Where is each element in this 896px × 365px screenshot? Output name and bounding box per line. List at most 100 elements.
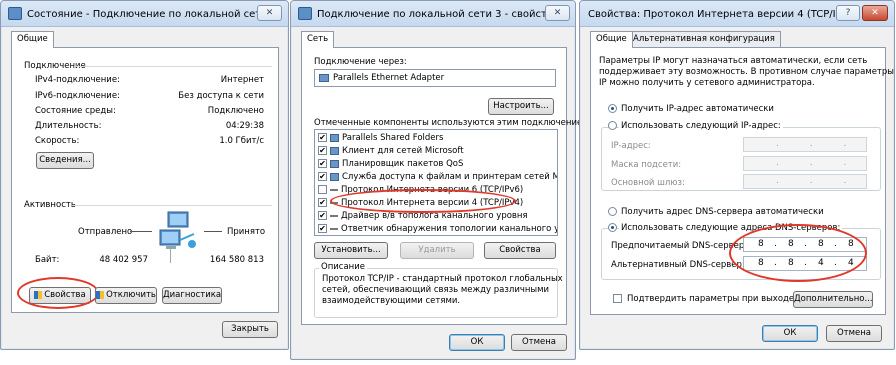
checkbox[interactable]: ✔ bbox=[318, 198, 327, 207]
network-icon bbox=[298, 7, 312, 20]
ip-address-field[interactable]: . . . bbox=[743, 137, 867, 152]
adapter-icon bbox=[319, 74, 329, 82]
ip-auto-radio[interactable] bbox=[608, 104, 617, 113]
connect-via-label: Подключение через: bbox=[314, 57, 407, 67]
shield-icon bbox=[96, 290, 105, 299]
component-label: Ответчик обнаружения топологии канальног… bbox=[341, 224, 557, 234]
gateway-field[interactable]: . . . bbox=[743, 174, 867, 189]
dns-auto-label[interactable]: Получить адрес DNS-сервера автоматически bbox=[621, 207, 824, 217]
diagnose-button[interactable]: Диагностика bbox=[162, 287, 222, 304]
cancel-button[interactable]: Отмена bbox=[826, 325, 882, 342]
list-item[interactable]: ✔ Служба доступа к файлам и принтерам сет… bbox=[318, 172, 557, 183]
title-bar[interactable]: Состояние - Подключение по локальной сет… bbox=[1, 1, 288, 27]
configure-button[interactable]: Настроить... bbox=[488, 98, 554, 115]
window-title: Состояние - Подключение по локальной сет… bbox=[27, 9, 278, 20]
list-item[interactable]: ✔ Parallels Shared Folders bbox=[318, 133, 443, 144]
dns-manual-radio[interactable] bbox=[608, 223, 617, 232]
ok-button[interactable]: ОК bbox=[449, 334, 505, 351]
speed-label: Скорость: bbox=[35, 136, 80, 146]
close-button[interactable]: Закрыть bbox=[222, 321, 278, 338]
ipv6-label: IPv6-подключение: bbox=[35, 91, 120, 101]
general-panel: Параметры IP могут назначаться автоматич… bbox=[590, 47, 894, 315]
preferred-dns-label: Предпочитаемый DNS-сервер: bbox=[611, 241, 748, 251]
disable-button[interactable]: Отключить bbox=[95, 287, 157, 304]
help-icon[interactable]: ? bbox=[836, 5, 860, 21]
duration-label: Длительность: bbox=[35, 121, 102, 131]
subnet-label: Маска подсети: bbox=[611, 160, 682, 170]
ip-auto-label[interactable]: Получить IP-адрес автоматически bbox=[621, 104, 774, 114]
advanced-button[interactable]: Дополнительно... bbox=[793, 291, 873, 308]
ip-label: IP-адрес: bbox=[611, 141, 651, 151]
highlight-circle bbox=[729, 224, 867, 282]
list-item[interactable]: ✔ Клиент для сетей Microsoft bbox=[318, 146, 464, 157]
component-icon bbox=[330, 146, 339, 155]
checkbox[interactable]: ✔ bbox=[318, 172, 327, 181]
component-label: Планировщик пакетов QoS bbox=[342, 159, 464, 169]
checkbox[interactable]: ✔ bbox=[318, 133, 327, 142]
adapter-box: Parallels Ethernet Adapter bbox=[314, 69, 556, 87]
component-icon bbox=[330, 214, 338, 217]
cancel-button[interactable]: Отмена bbox=[511, 334, 567, 351]
checkbox[interactable]: ✔ bbox=[318, 159, 327, 168]
component-label: Parallels Shared Folders bbox=[342, 133, 444, 143]
dns-auto-radio[interactable] bbox=[608, 207, 617, 216]
media-value: Подключено bbox=[207, 106, 264, 116]
remove-button[interactable]: Удалить bbox=[400, 242, 474, 259]
properties-button[interactable]: Свойства bbox=[484, 242, 556, 259]
ipv4-properties-window: Свойства: Протокол Интернета версии 4 (T… bbox=[579, 0, 895, 350]
title-bar[interactable]: Свойства: Протокол Интернета версии 4 (T… bbox=[580, 1, 894, 27]
adapter-properties-window: Подключение по локальной сети 3 - свойст… bbox=[290, 0, 592, 360]
disable-label: Отключить bbox=[106, 290, 156, 300]
details-button[interactable]: Сведения... bbox=[36, 152, 94, 169]
tab-general[interactable]: Общие bbox=[590, 31, 633, 48]
checkbox[interactable]: ✔ bbox=[318, 211, 327, 220]
highlight-circle bbox=[17, 277, 99, 309]
subnet-field[interactable]: . . . bbox=[743, 156, 867, 171]
checkbox[interactable]: ✔ bbox=[318, 146, 327, 155]
install-button[interactable]: Установить... bbox=[314, 242, 388, 259]
close-icon[interactable]: ✕ bbox=[257, 5, 282, 21]
ipv4-value: Интернет bbox=[220, 75, 264, 85]
intro-line-2: поддерживает эту возможность. В противно… bbox=[599, 67, 894, 77]
network-panel: Подключение через: Parallels Ethernet Ad… bbox=[301, 47, 592, 325]
validate-label[interactable]: Подтвердить параметры при выходе bbox=[627, 294, 794, 304]
validate-checkbox[interactable] bbox=[613, 294, 622, 303]
components-list[interactable]: ✔ Parallels Shared Folders ✔ Клиент для се… bbox=[314, 129, 558, 236]
description-line-3: взаимодействующими сетями. bbox=[322, 296, 461, 306]
bytes-sent: 48 402 957 bbox=[99, 255, 148, 265]
ok-button[interactable]: ОК bbox=[762, 325, 818, 342]
tab-alternate-config[interactable]: Альтернативная конфигурация bbox=[627, 31, 781, 47]
highlight-circle bbox=[330, 189, 516, 213]
intro-line-3: IP можно получить у сетевого администрат… bbox=[599, 78, 815, 88]
close-icon[interactable]: ✕ bbox=[862, 5, 888, 21]
gateway-label: Основной шлюз: bbox=[611, 178, 685, 188]
window-title: Свойства: Протокол Интернета версии 4 (T… bbox=[588, 9, 858, 20]
description-header: Описание bbox=[319, 262, 367, 272]
checkbox[interactable] bbox=[318, 185, 327, 194]
network-computers-icon bbox=[159, 211, 196, 249]
tab-general[interactable]: Общие bbox=[11, 31, 54, 48]
ipv4-label: IPv4-подключение: bbox=[35, 75, 120, 85]
title-bar[interactable]: Подключение по локальной сети 3 - свойст… bbox=[291, 1, 575, 27]
checkbox[interactable]: ✔ bbox=[318, 224, 327, 233]
alternate-dns-label: Альтернативный DNS-сервер: bbox=[611, 260, 745, 270]
tab-network[interactable]: Сеть bbox=[301, 31, 335, 48]
received-label: Принято bbox=[227, 227, 266, 237]
intro-line-1: Параметры IP могут назначаться автоматич… bbox=[599, 56, 868, 66]
close-icon[interactable]: ✕ bbox=[545, 5, 570, 21]
list-item[interactable]: ✔ Ответчик обнаружения топологии канально… bbox=[318, 224, 557, 235]
duration-value: 04:29:38 bbox=[225, 121, 264, 131]
activity-header: Активность bbox=[24, 200, 76, 210]
ipv6-value: Без доступа к сети bbox=[178, 91, 264, 101]
ip-manual-label[interactable]: Использовать следующий IP-адрес: bbox=[619, 121, 783, 131]
media-label: Состояние среды: bbox=[35, 106, 116, 116]
ip-manual-radio[interactable] bbox=[608, 121, 617, 130]
description-line-2: сетей, обеспечивающий связь между различ… bbox=[322, 285, 550, 295]
list-item[interactable]: ✔ Планировщик пакетов QoS bbox=[318, 159, 463, 170]
component-icon bbox=[330, 133, 339, 142]
component-icon bbox=[330, 188, 338, 191]
component-label: Служба доступа к файлам и принтерам сете… bbox=[342, 172, 557, 182]
component-icon bbox=[330, 172, 339, 181]
description-line-1: Протокол TCP/IP - стандартный протокол г… bbox=[322, 274, 563, 284]
network-icon bbox=[8, 7, 22, 20]
